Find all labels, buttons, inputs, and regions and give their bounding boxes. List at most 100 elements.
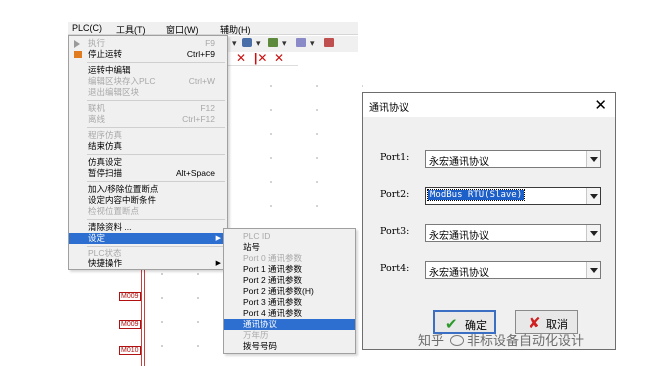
edit-toolbar: ✕ |✕ ✕	[228, 51, 298, 66]
toolbar-dropdown-3[interactable]: ▾	[282, 38, 287, 49]
menu-item-end-simulate[interactable]: 结束仿真	[69, 141, 227, 152]
submenu-item-label: 站号	[243, 242, 261, 252]
protocol-dialog: 通讯协议 ✕ Port1: 永宏通讯协议 Port2: ModBus RTU(S…	[362, 92, 616, 350]
close-icon[interactable]: ✕	[594, 96, 607, 114]
submenu-item-port0[interactable]: Port 0 通讯参数	[224, 253, 355, 264]
coil-label[interactable]: M009	[119, 292, 141, 301]
toolbar-dropdown-2[interactable]: ▾	[256, 38, 261, 49]
monitor-icon[interactable]	[324, 38, 334, 47]
plc-menu: 执行 F9 停止运转 Ctrl+F9 运转中编辑 编辑区块存入PLC Ctrl+…	[68, 35, 228, 270]
port3-value: 永宏通讯协议	[429, 231, 489, 242]
chevron-down-icon[interactable]	[586, 262, 600, 278]
menu-item-save-block[interactable]: 编辑区块存入PLC Ctrl+W	[69, 76, 227, 87]
port4-label: Port4:	[380, 263, 410, 274]
port1-select[interactable]: 永宏通讯协议	[425, 150, 601, 168]
menu-item-exit-block[interactable]: 退出编辑区块	[69, 87, 227, 98]
delete-icon[interactable]: ✕	[236, 51, 246, 65]
submenu-item-label: Port 0 通讯参数	[243, 253, 303, 263]
menu-item-label: 清除资料 ...	[88, 222, 132, 232]
main-menubar: PLC(C) 工具(T) 窗口(W) 辅助(H)	[68, 22, 358, 35]
port2-value: ModBus RTU(Slave)	[426, 189, 526, 201]
submenu-item-calendar[interactable]: 万年历	[224, 330, 355, 341]
menu-separator	[87, 62, 225, 63]
chevron-down-icon[interactable]	[586, 151, 600, 167]
submenu-item-label: Port 4 通讯参数	[243, 308, 303, 318]
submenu-item-label: 拨号号码	[243, 341, 278, 351]
menu-item-view-breakpoints[interactable]: 检视位置断点	[69, 206, 227, 217]
menu-item-stop[interactable]: 停止运转 Ctrl+F9	[69, 49, 227, 60]
menu-item-label: 加入/移除位置断点	[88, 184, 159, 194]
menu-item-run[interactable]: 执行 F9	[69, 38, 227, 49]
io-icon[interactable]	[296, 38, 306, 47]
ladder-canvas[interactable]	[228, 66, 363, 246]
submenu-item-port1[interactable]: Port 1 通讯参数	[224, 264, 355, 275]
menu-item-quick-ops[interactable]: 快捷操作 ▶	[69, 258, 227, 269]
network-icon[interactable]	[268, 38, 278, 47]
menu-item-label: 停止运转	[88, 49, 123, 59]
zoom-icon[interactable]	[242, 38, 252, 47]
menu-item-label: 离线	[88, 114, 106, 124]
menu-item-shortcut: Ctrl+F12	[182, 114, 215, 124]
menu-separator	[87, 100, 225, 101]
menu-item-simulate[interactable]: 程序仿真	[69, 130, 227, 141]
menu-item-label: 检视位置断点	[88, 206, 140, 216]
dialog-body: Port1: 永宏通讯协议 Port2: ModBus RTU(Slave) P…	[363, 117, 615, 349]
stop-icon	[74, 51, 82, 58]
watermark-text-right: 非标设备自动化设计	[467, 333, 585, 348]
menu-item-toggle-breakpoint[interactable]: 加入/移除位置断点	[69, 184, 227, 195]
menu-item-sim-settings[interactable]: 仿真设定	[69, 157, 227, 168]
menu-item-break-condition[interactable]: 设定内容中断条件	[69, 195, 227, 206]
menu-separator	[87, 127, 225, 128]
menu-item-online[interactable]: 联机 F12	[69, 103, 227, 114]
chevron-down-icon[interactable]	[586, 225, 600, 241]
menu-item-label: 编辑区块存入PLC	[88, 76, 156, 86]
submenu-arrow-icon: ▶	[215, 260, 221, 267]
port3-select[interactable]: 永宏通讯协议	[425, 224, 601, 242]
port4-select[interactable]: 永宏通讯协议	[425, 261, 601, 279]
menu-item-label: 仿真设定	[88, 157, 123, 167]
dialog-titlebar[interactable]: 通讯协议 ✕	[363, 93, 615, 117]
submenu-item-port3[interactable]: Port 3 通讯参数	[224, 297, 355, 308]
coil-label[interactable]: M009	[119, 320, 141, 329]
menu-item-label: 退出编辑区块	[88, 87, 140, 97]
watermark-text-left: 知乎	[418, 333, 445, 348]
menu-item-clear-data[interactable]: 清除资料 ...	[69, 222, 227, 233]
submenu-item-port4[interactable]: Port 4 通讯参数	[224, 308, 355, 319]
submenu-item-dial-number[interactable]: 拨号号码	[224, 341, 355, 352]
toolbar: ▾ ▾ ▾ ▾	[228, 36, 358, 52]
submenu-item-label: Port 3 通讯参数	[243, 297, 303, 307]
menu-item-run-edit[interactable]: 运转中编辑	[69, 65, 227, 76]
submenu-item-port2-h[interactable]: Port 2 通讯参数(H)	[224, 286, 355, 297]
menu-item-pause-scan[interactable]: 暂停扫描 Alt+Space	[69, 168, 227, 179]
submenu-item-label: Port 2 通讯参数(H)	[243, 286, 314, 296]
toolbar-dropdown-4[interactable]: ▾	[310, 38, 315, 49]
chevron-down-icon[interactable]	[586, 188, 600, 204]
submenu-item-protocol[interactable]: 通讯协议	[224, 319, 355, 330]
menu-item-shortcut: F9	[205, 38, 215, 48]
submenu-item-label: Port 1 通讯参数	[243, 264, 303, 274]
menu-item-label: PLC状态	[88, 248, 122, 258]
port2-select[interactable]: ModBus RTU(Slave)	[425, 187, 601, 205]
dialog-title: 通讯协议	[369, 103, 409, 114]
menu-item-label: 执行	[88, 38, 106, 48]
port2-label: Port2:	[380, 189, 410, 200]
menu-item-settings[interactable]: 设定 ▶	[69, 233, 227, 244]
menu-item-label: 快捷操作	[88, 258, 123, 268]
menu-item-shortcut: F12	[200, 103, 215, 113]
toolbar-dropdown-1[interactable]: ▾	[232, 38, 237, 49]
submenu-item-label: PLC ID	[243, 231, 271, 241]
port3-label: Port3:	[380, 226, 410, 237]
menu-item-label: 设定内容中断条件	[88, 195, 157, 205]
port1-value: 永宏通讯协议	[429, 157, 489, 168]
delete-row-icon[interactable]: |✕	[254, 51, 267, 65]
submenu-item-port2[interactable]: Port 2 通讯参数	[224, 275, 355, 286]
menu-item-label: 联机	[88, 103, 106, 113]
menu-item-label: 结束仿真	[88, 141, 123, 151]
menu-item-offline[interactable]: 离线 Ctrl+F12	[69, 114, 227, 125]
menu-plc[interactable]: PLC(C)	[72, 23, 102, 33]
delete-vertical-icon[interactable]: ✕	[274, 51, 284, 65]
submenu-item-plc-id[interactable]: PLC ID	[224, 231, 355, 242]
submenu-item-station[interactable]: 站号	[224, 242, 355, 253]
submenu-item-label: Port 2 通讯参数	[243, 275, 303, 285]
coil-label[interactable]: M010	[119, 346, 141, 355]
